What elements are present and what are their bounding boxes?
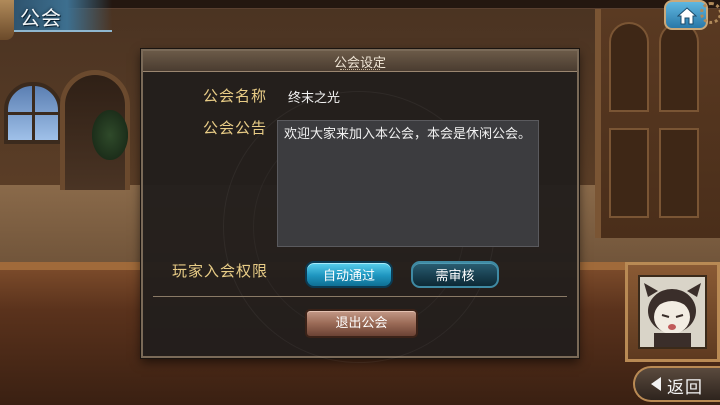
quit-guild-button[interactable]: 退出公会	[305, 309, 418, 338]
guild-settings-dialog: 公会设定 公会名称 终末之光 公会公告 欢迎大家来加入本公会，本会是休闲公会。 …	[141, 49, 579, 363]
background-window	[4, 82, 62, 144]
back-label: 返回	[667, 378, 703, 398]
door-panel	[609, 22, 649, 112]
back-arrow-icon	[651, 377, 661, 391]
door-panel	[609, 128, 649, 218]
dialog-title-decoration	[340, 69, 380, 74]
screen-title: 公会	[20, 6, 62, 30]
character-face-icon	[644, 283, 701, 347]
character-portrait-frame	[625, 262, 720, 362]
announcement-textarea[interactable]: 欢迎大家来加入本公会，本会是休闲公会。	[277, 120, 539, 247]
header-ornament	[0, 0, 14, 40]
door-panel	[659, 22, 699, 112]
door-panel	[659, 128, 699, 218]
join-permission-label: 玩家入会权限	[172, 262, 269, 280]
auto-approve-button[interactable]: 自动通过	[305, 261, 393, 288]
background-plant	[92, 110, 128, 160]
announcement-label: 公会公告	[203, 119, 268, 137]
require-review-button[interactable]: 需审核	[411, 261, 499, 288]
background-door	[595, 8, 720, 238]
guild-name-label: 公会名称	[203, 87, 268, 105]
character-portrait	[638, 275, 707, 349]
back-button[interactable]: 返回	[633, 366, 720, 402]
dialog-divider	[153, 296, 567, 297]
gear-ornament	[700, 2, 720, 24]
dialog-header: 公会设定	[143, 51, 577, 72]
guild-name-value: 终末之光	[288, 91, 341, 106]
home-icon	[677, 7, 697, 25]
